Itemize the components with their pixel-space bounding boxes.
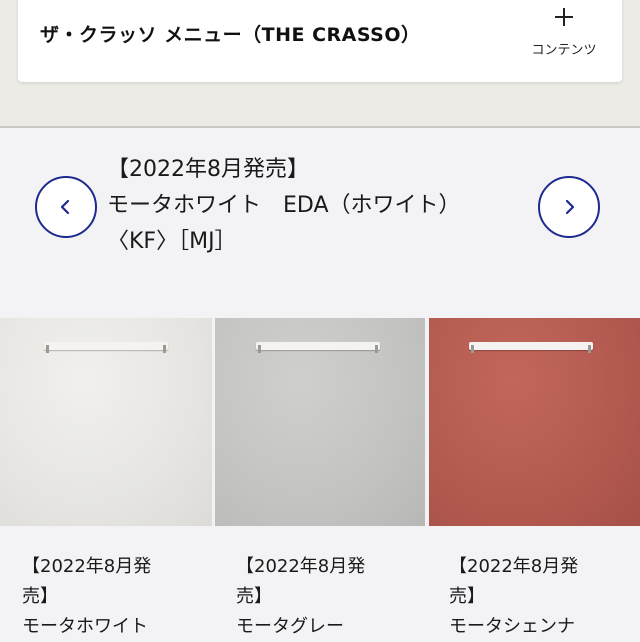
top-band: ザ・クラッソ メニュー（THE CRASSO） コンテンツ (0, 0, 640, 127)
swatch-label-line: 売】 (22, 586, 58, 607)
swatch-label-line: モータグレー (236, 616, 344, 637)
contents-button[interactable]: コンテンツ (518, 0, 610, 62)
handle-image (44, 342, 168, 353)
contents-label: コンテンツ (531, 43, 597, 58)
swatch-image-sienna[interactable] (429, 318, 640, 526)
handle-image (256, 342, 380, 353)
carousel-next-button[interactable] (538, 176, 600, 238)
carousel-title-line: 【2022年8月発売】 (107, 157, 309, 182)
swatch-label-grey[interactable]: 【2022年8月発 売】 モータグレー (236, 552, 426, 642)
swatch-label-line: モータホワイト (22, 616, 148, 637)
swatch-label-line: 売】 (236, 586, 272, 607)
swatch-label-white[interactable]: 【2022年8月発 売】 モータホワイト (22, 552, 212, 642)
swatch-label-line: 【2022年8月発 (236, 556, 366, 577)
swatch-image-white[interactable] (0, 318, 212, 526)
carousel-prev-button[interactable] (35, 176, 97, 238)
handle-image (469, 342, 593, 353)
swatch-label-line: 売】 (449, 586, 485, 607)
swatch-label-line: 【2022年8月発 (449, 556, 579, 577)
divider (0, 126, 640, 128)
swatch-image-grey[interactable] (215, 318, 425, 526)
chevron-left-icon (60, 199, 70, 215)
carousel-title: 【2022年8月発売】 モータホワイト EDA（ホワイト） 〈KF〉［MJ］ (107, 152, 527, 260)
plus-icon (555, 8, 573, 26)
swatch-label-sienna[interactable]: 【2022年8月発 売】 モータシェンナ (449, 552, 639, 642)
chevron-right-icon (565, 199, 575, 215)
menu-title: ザ・クラッソ メニュー（THE CRASSO） (40, 24, 421, 46)
carousel-title-line: 〈KF〉［MJ］ (107, 229, 237, 254)
swatch-label-line: モータシェンナ (449, 616, 575, 637)
menu-header: ザ・クラッソ メニュー（THE CRASSO） コンテンツ (18, 0, 622, 82)
swatch-label-line: 【2022年8月発 (22, 556, 152, 577)
carousel-title-line: モータホワイト EDA（ホワイト） (107, 193, 461, 218)
